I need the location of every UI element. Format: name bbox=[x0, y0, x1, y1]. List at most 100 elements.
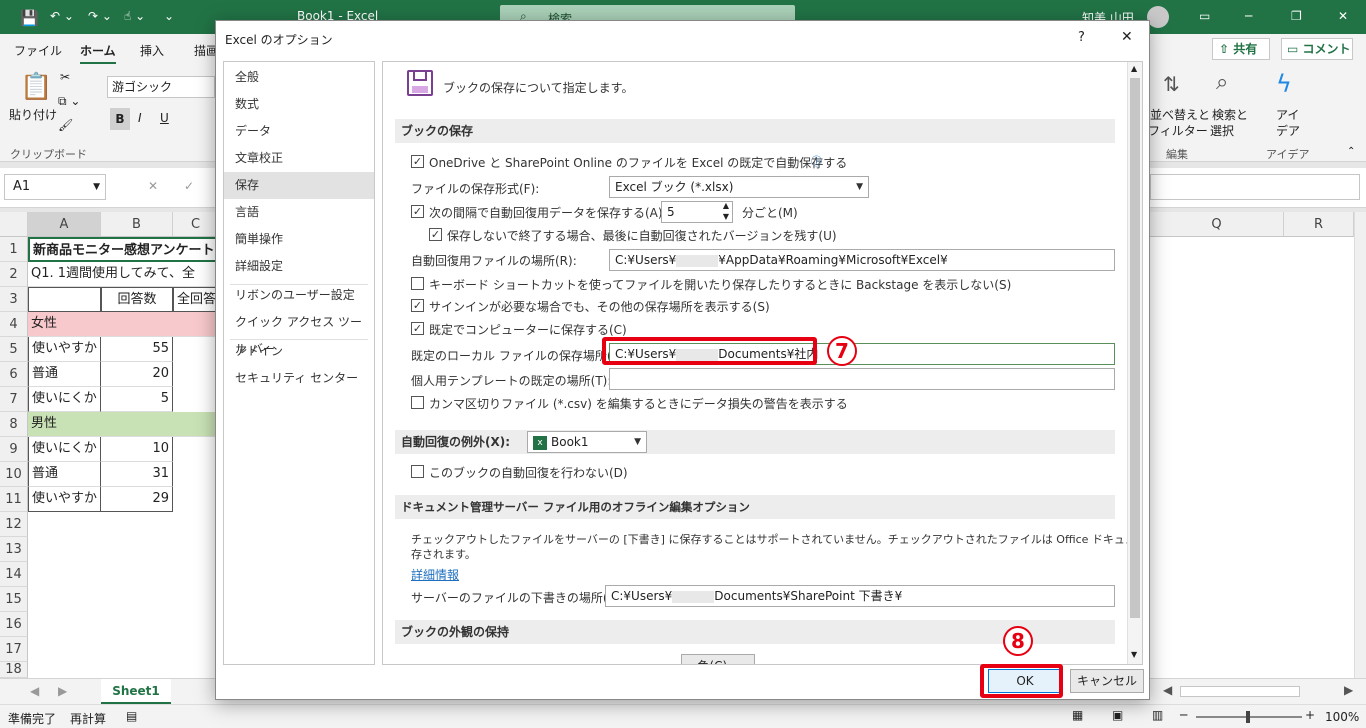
no-backstage-checkbox[interactable] bbox=[411, 277, 424, 290]
redo-icon[interactable]: ↷ ⌄ bbox=[88, 9, 112, 23]
row-header[interactable]: 5 bbox=[0, 337, 28, 362]
tab-insert[interactable]: 挿入 bbox=[140, 42, 164, 59]
cell-b10[interactable]: 31 bbox=[101, 462, 173, 487]
column-header-a[interactable]: A bbox=[28, 212, 101, 237]
nav-formulas[interactable]: 数式 bbox=[224, 91, 374, 118]
sort-label[interactable]: 並べ替えと bbox=[1150, 106, 1210, 123]
more-info-link[interactable]: 詳細情報 bbox=[411, 566, 459, 583]
share-button[interactable]: ⇧ 共有 bbox=[1212, 38, 1270, 60]
column-header-b[interactable]: B bbox=[101, 212, 173, 237]
help-button[interactable]: ? bbox=[1078, 30, 1085, 45]
cell-a10[interactable]: 普通 bbox=[28, 462, 101, 487]
row-header[interactable]: 17 bbox=[0, 637, 28, 662]
row-header[interactable]: 2 bbox=[0, 262, 28, 287]
underline-button[interactable]: U bbox=[160, 111, 169, 125]
nav-customize-ribbon[interactable]: リボンのユーザー設定 bbox=[224, 282, 374, 309]
cell-a6[interactable]: 普通 bbox=[28, 362, 101, 387]
find-select-icon[interactable]: ⌕ bbox=[1216, 70, 1228, 95]
column-header-c[interactable]: C bbox=[173, 212, 219, 237]
scroll-right-icon[interactable]: ▶ bbox=[1344, 683, 1353, 697]
cell-a2[interactable]: Q1. 1週間使用してみて、全 bbox=[28, 262, 219, 287]
page-break-icon[interactable]: ▥ bbox=[1152, 708, 1163, 722]
nav-data[interactable]: データ bbox=[224, 118, 374, 145]
colors-button[interactable]: 色(C)... bbox=[681, 654, 755, 664]
italic-button[interactable]: I bbox=[138, 111, 142, 125]
horizontal-scrollbar[interactable] bbox=[1180, 686, 1300, 697]
nav-general[interactable]: 全般 bbox=[224, 64, 374, 91]
minimize-icon[interactable]: ─ bbox=[1245, 9, 1252, 23]
scroll-thumb[interactable] bbox=[1130, 78, 1140, 618]
row-header[interactable]: 7 bbox=[0, 387, 28, 412]
customize-qat-icon[interactable]: ⌄ bbox=[164, 9, 174, 23]
bold-button[interactable]: B bbox=[110, 108, 130, 130]
nav-addins[interactable]: アドイン bbox=[224, 338, 374, 365]
select-all-corner[interactable] bbox=[0, 212, 28, 237]
confirm-entry-icon[interactable]: ✓ bbox=[184, 179, 194, 193]
tab-file[interactable]: ファイル bbox=[14, 42, 62, 59]
cell-a3[interactable] bbox=[28, 287, 101, 312]
nav-save[interactable]: 保存 bbox=[224, 172, 374, 199]
save-to-computer-checkbox[interactable]: ✓ bbox=[411, 322, 424, 335]
maximize-icon[interactable]: ❐ bbox=[1291, 9, 1302, 23]
cell-b5[interactable]: 55 bbox=[101, 337, 173, 362]
format-painter-icon[interactable]: 🖌 bbox=[58, 118, 73, 132]
zoom-slider-thumb[interactable] bbox=[1246, 711, 1250, 723]
ideas-label-1[interactable]: アイ bbox=[1276, 106, 1299, 123]
nav-quick-access[interactable]: クイック アクセス ツール バー bbox=[224, 309, 374, 356]
cell-b11[interactable]: 29 bbox=[101, 487, 173, 512]
paste-button[interactable]: 貼り付け bbox=[9, 106, 57, 123]
autorecover-checkbox[interactable]: ✓ bbox=[411, 205, 424, 218]
scroll-left-icon[interactable]: ◀ bbox=[1163, 683, 1172, 697]
cell-a1[interactable]: 新商品モニター感想アンケート bbox=[28, 237, 219, 262]
sort-filter-icon[interactable]: ⇅ bbox=[1163, 72, 1180, 96]
cancel-entry-icon[interactable]: ✕ bbox=[148, 179, 158, 193]
undo-icon[interactable]: ↶ ⌄ bbox=[50, 9, 74, 23]
ideas-icon[interactable]: ϟ bbox=[1276, 70, 1292, 98]
macro-record-icon[interactable]: ▤ bbox=[126, 709, 137, 723]
nav-language[interactable]: 言語 bbox=[224, 199, 374, 226]
zoom-level[interactable]: 100% bbox=[1325, 710, 1359, 724]
autosave-checkbox[interactable]: ✓ bbox=[411, 155, 424, 168]
row-header[interactable]: 12 bbox=[0, 512, 28, 537]
row-header[interactable]: 15 bbox=[0, 587, 28, 612]
row-header[interactable]: 3 bbox=[0, 287, 28, 312]
status-recalc[interactable]: 再計算 bbox=[70, 710, 106, 727]
row-header[interactable]: 13 bbox=[0, 537, 28, 562]
ideas-label-2[interactable]: デア bbox=[1276, 122, 1300, 139]
exception-workbook-select[interactable]: x Book1 ▼ bbox=[527, 431, 647, 453]
column-header-q[interactable]: Q bbox=[1150, 212, 1284, 237]
autorecover-minutes-input[interactable]: 5 ▲ ▼ bbox=[661, 201, 733, 223]
cell-a4[interactable]: 女性 bbox=[28, 312, 219, 337]
cell-c3[interactable]: 全回答 bbox=[173, 287, 219, 312]
ribbon-display-icon[interactable]: ▭ bbox=[1199, 9, 1210, 23]
cell-a9[interactable]: 使いにくか bbox=[28, 437, 101, 462]
cut-icon[interactable]: ✂ bbox=[60, 70, 70, 84]
copy-icon[interactable]: ⧉ ⌄ bbox=[58, 94, 80, 109]
cell-b3[interactable]: 回答数 bbox=[101, 287, 173, 312]
scroll-up-icon[interactable]: ▲ bbox=[1131, 64, 1137, 73]
select-label[interactable]: 選択 bbox=[1210, 122, 1234, 139]
avatar[interactable] bbox=[1147, 6, 1169, 28]
cell-a8[interactable]: 男性 bbox=[28, 412, 219, 437]
row-header[interactable]: 14 bbox=[0, 562, 28, 587]
row-header[interactable]: 4 bbox=[0, 312, 28, 337]
comment-button[interactable]: ▭ コメント bbox=[1281, 38, 1353, 60]
cell-a5[interactable]: 使いやすか bbox=[28, 337, 101, 362]
close-dialog-button[interactable]: ✕ bbox=[1121, 29, 1133, 45]
cell-b7[interactable]: 5 bbox=[101, 387, 173, 412]
page-layout-icon[interactable]: ▣ bbox=[1112, 708, 1123, 722]
clipboard-icon[interactable]: 📋 bbox=[20, 72, 52, 102]
scroll-down-icon[interactable]: ▼ bbox=[1131, 650, 1137, 659]
row-header[interactable]: 11 bbox=[0, 487, 28, 512]
show-more-locations-checkbox[interactable]: ✓ bbox=[411, 299, 424, 312]
cell-b6[interactable]: 20 bbox=[101, 362, 173, 387]
cell-a7[interactable]: 使いにくか bbox=[28, 387, 101, 412]
prev-sheet-icon[interactable]: ◀ bbox=[30, 684, 39, 698]
close-window-icon[interactable]: ✕ bbox=[1338, 9, 1348, 23]
name-box[interactable]: A1 ▼ bbox=[4, 174, 106, 200]
nav-proofing[interactable]: 文章校正 bbox=[224, 145, 374, 172]
collapse-ribbon-icon[interactable]: ⌃ bbox=[1347, 146, 1355, 157]
disable-autorecover-checkbox[interactable] bbox=[411, 465, 424, 478]
autorecover-location-input[interactable]: C:¥Users¥ ¥AppData¥Roaming¥Microsoft¥Exce… bbox=[609, 249, 1115, 271]
row-header[interactable]: 18 bbox=[0, 662, 28, 678]
